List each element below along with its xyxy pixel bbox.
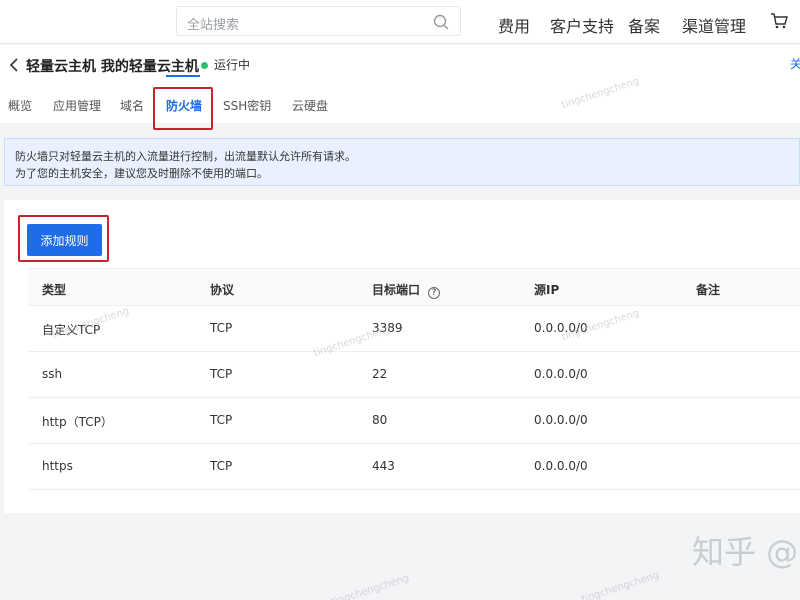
table-row: https TCP 443 0.0.0.0/0	[28, 444, 800, 490]
column-header-note: 备注	[696, 283, 721, 297]
tab-overview[interactable]: 概览	[8, 97, 32, 114]
nav-link-icp-filing[interactable]: 备案	[628, 13, 660, 37]
notice-line-1: 防火墙只对轻量云主机的入流量进行控制，出流量默认允许所有请求。	[15, 150, 356, 163]
cell-port: 22	[372, 367, 388, 381]
tab-app-management[interactable]: 应用管理	[53, 97, 101, 114]
table-header: 类型 协议 目标端口? 源IP 备注	[28, 268, 800, 306]
cell-source-ip: 0.0.0.0/0	[534, 459, 588, 473]
top-navbar: 全站搜索 费用 客户支持 备案 渠道管理	[0, 0, 800, 44]
highlight-box-firewall-tab	[153, 87, 213, 130]
cell-source-ip: 0.0.0.0/0	[534, 413, 588, 427]
status-running-icon	[201, 62, 208, 69]
highlight-box-add-rule	[18, 215, 109, 262]
cell-protocol: TCP	[210, 413, 233, 427]
status-badge: 运行中	[214, 58, 251, 72]
zhihu-watermark: 知乎 @	[692, 533, 799, 571]
tab-ssh-keys[interactable]: SSH密钥	[223, 97, 271, 114]
cell-port: 443	[372, 459, 395, 473]
back-chevron-icon[interactable]	[8, 57, 20, 73]
search-placeholder: 全站搜索	[187, 18, 240, 33]
cell-type: ssh	[42, 367, 63, 381]
column-header-source-ip: 源IP	[534, 283, 560, 297]
column-header-protocol: 协议	[210, 283, 235, 297]
nav-link-channel[interactable]: 渠道管理	[682, 13, 746, 37]
cell-source-ip: 0.0.0.0/0	[534, 367, 588, 381]
cell-protocol: TCP	[210, 367, 233, 381]
table-row: ssh TCP 22 0.0.0.0/0	[28, 352, 800, 398]
edge-link[interactable]: 关	[790, 55, 800, 72]
table-row: 自定义TCP TCP 3389 0.0.0.0/0	[28, 306, 800, 352]
search-icon[interactable]	[432, 13, 450, 31]
page-title: 轻量云主机 我的轻量云主机	[26, 59, 199, 75]
cell-type: https	[42, 459, 73, 473]
info-notice: 防火墙只对轻量云主机的入流量进行控制，出流量默认允许所有请求。 为了您的主机安全…	[4, 138, 800, 186]
watermark-text: tingchengcheng	[580, 569, 661, 600]
nav-link-billing[interactable]: 费用	[498, 13, 530, 37]
notice-line-2: 为了您的主机安全，建议您及时删除不使用的端口。	[15, 167, 268, 180]
column-header-port: 目标端口?	[372, 281, 441, 299]
tab-domain[interactable]: 域名	[120, 97, 144, 114]
cell-port: 80	[372, 413, 388, 427]
help-icon[interactable]: ?	[428, 287, 441, 299]
table-row: http（TCP） TCP 80 0.0.0.0/0	[28, 398, 800, 444]
search-input[interactable]: 全站搜索	[176, 6, 461, 36]
cell-type: http（TCP）	[42, 415, 113, 429]
cell-protocol: TCP	[210, 321, 233, 335]
column-header-type: 类型	[42, 283, 67, 297]
active-tab-indicator	[166, 75, 200, 77]
cell-protocol: TCP	[210, 459, 233, 473]
nav-link-support[interactable]: 客户支持	[550, 13, 614, 37]
instance-header: 轻量云主机 我的轻量云主机 运行中 关 概览 应用管理 域名 防火墙 SSH密钥…	[0, 45, 800, 123]
watermark-text: tingchengcheng	[330, 572, 411, 600]
column-header-port-label: 目标端口	[372, 283, 421, 297]
tab-cloud-disk[interactable]: 云硬盘	[292, 97, 328, 114]
cart-icon[interactable]	[770, 12, 788, 30]
